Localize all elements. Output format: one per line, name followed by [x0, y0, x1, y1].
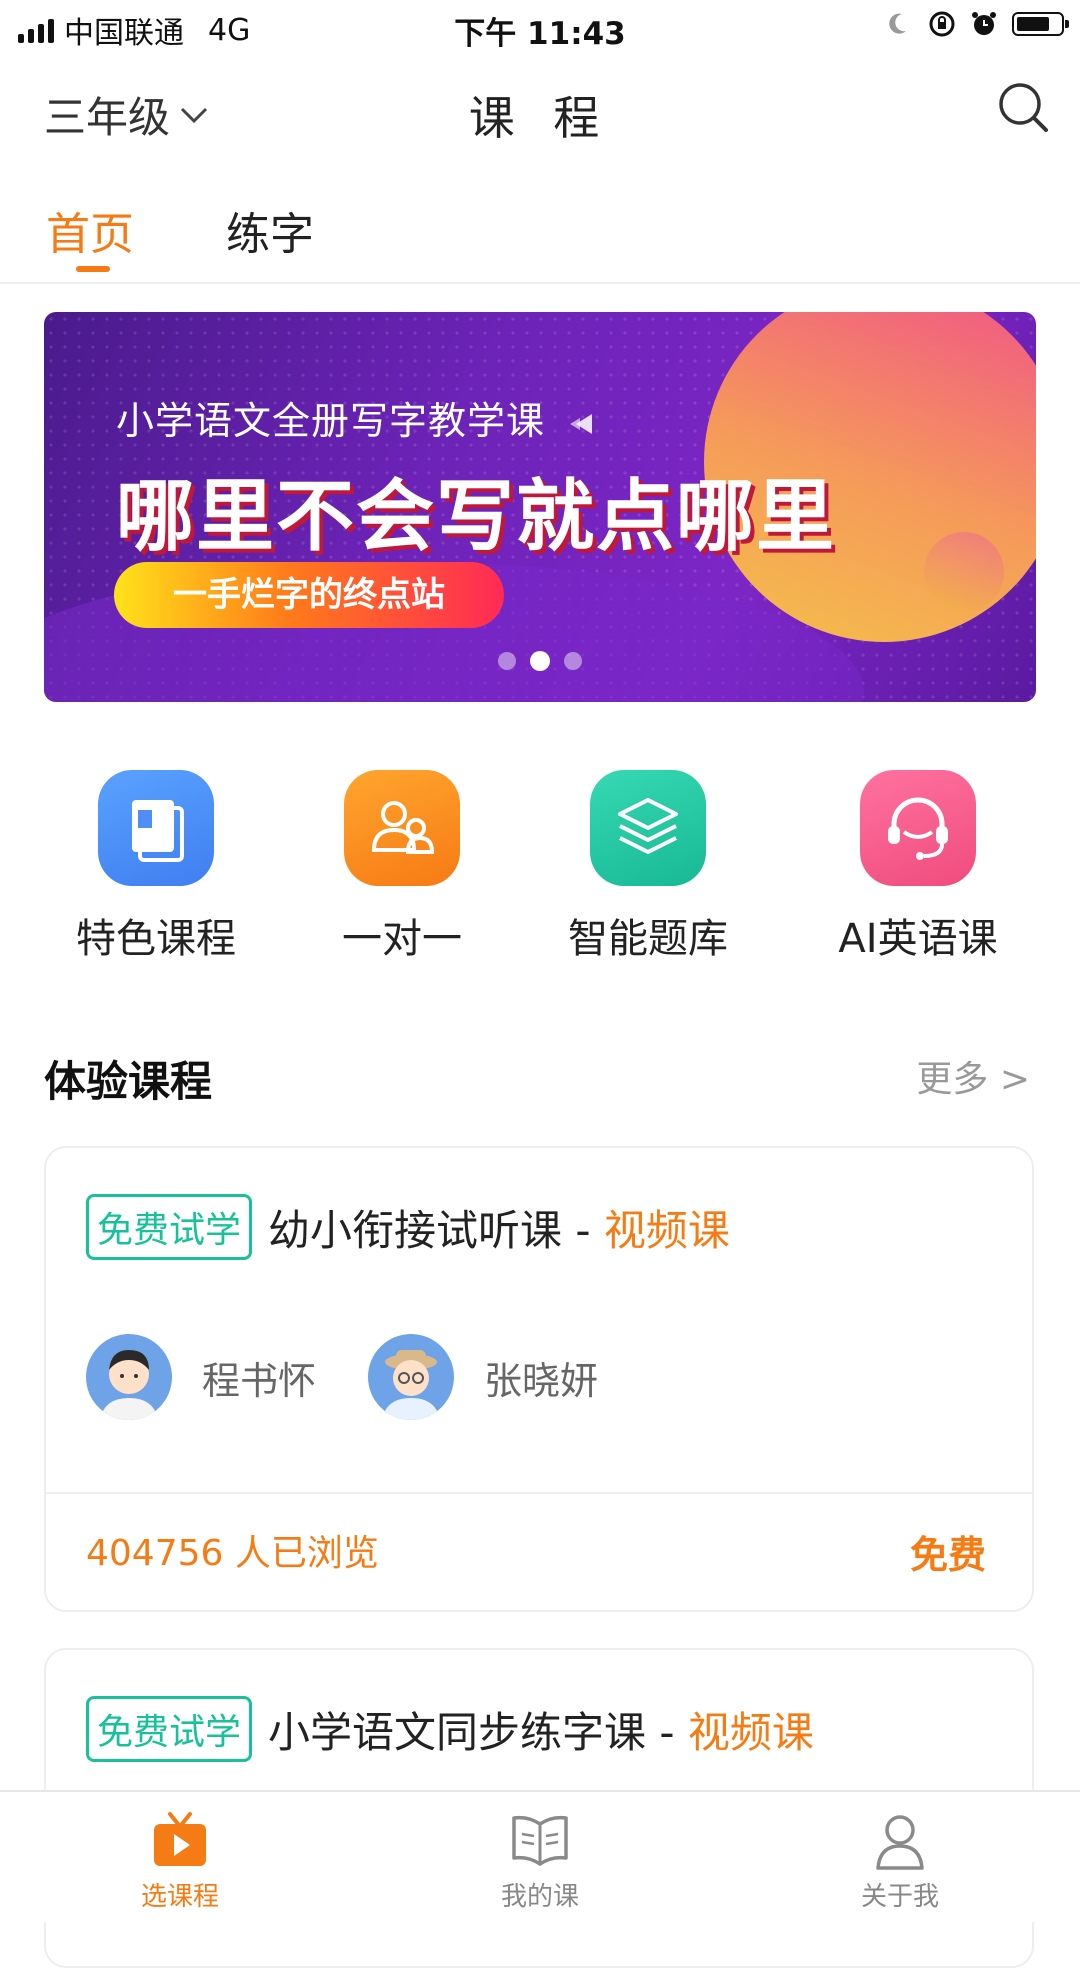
entry-label: AI英语课	[838, 916, 998, 962]
course-title: 小学语文同步练字课 -	[268, 1707, 688, 1757]
person-icon	[868, 1810, 932, 1870]
rotation-lock-icon	[929, 11, 955, 37]
search-button[interactable]	[996, 80, 1052, 136]
users-icon	[344, 770, 460, 886]
banner-pill: 一手烂字的终点站	[114, 562, 504, 628]
play-tv-icon	[148, 1810, 212, 1870]
promo-banner[interactable]: 小学语文全册写字教学课 哪里不会写就点哪里 一手烂字的终点站	[44, 312, 1036, 702]
teacher[interactable]: 程书怀	[86, 1334, 316, 1420]
alarm-icon	[972, 12, 996, 35]
teacher[interactable]: 张晓妍	[368, 1334, 598, 1420]
entry-label: 一对一	[342, 916, 462, 962]
entry-one-on-one[interactable]: 一对一	[272, 770, 532, 964]
carousel-indicator	[44, 651, 1036, 671]
avatar	[368, 1334, 455, 1420]
active-tab-indicator	[76, 266, 110, 272]
battery-icon	[1012, 12, 1069, 36]
more-link[interactable]: 更多 >	[916, 1050, 1030, 1102]
teacher-list: 程书怀 张晓妍	[86, 1334, 650, 1420]
nav-my-courses[interactable]: 我的课	[440, 1810, 640, 1913]
headset-icon	[860, 770, 976, 886]
moon-icon	[889, 13, 906, 34]
bottom-nav: 选课程 我的课 关于我	[0, 1790, 1080, 1922]
banner-decoration-ball	[924, 532, 1004, 612]
entry-featured-courses[interactable]: 特色课程	[26, 770, 286, 964]
view-count: 404756 人已浏览	[86, 1533, 379, 1574]
nav-about-me[interactable]: 关于我	[800, 1810, 1000, 1913]
nav-select-courses[interactable]: 选课程	[80, 1810, 280, 1913]
course-card[interactable]: 免费试学 幼小衔接试听课 - 视频课 程书怀 张晓妍 404756 人已浏览 免…	[44, 1146, 1034, 1612]
open-book-icon	[508, 1810, 572, 1870]
tab-bar: 首页 练字	[0, 190, 1080, 284]
tab-calligraphy[interactable]: 练字	[226, 198, 314, 262]
teacher-name: 程书怀	[202, 1358, 317, 1403]
carousel-dot[interactable]	[498, 652, 516, 670]
layers-icon	[590, 770, 706, 886]
nav-label: 关于我	[860, 1882, 939, 1912]
nav-label: 我的课	[500, 1882, 579, 1912]
nav-label: 选课程	[140, 1882, 219, 1912]
status-bar: 中国联通 4G 下午 11:43	[0, 0, 1080, 56]
free-trial-tag: 免费试学	[86, 1696, 253, 1762]
free-trial-tag: 免费试学	[86, 1194, 253, 1260]
carousel-dot[interactable]	[564, 652, 582, 670]
banner-slogan: 哪里不会写就点哪里	[116, 472, 837, 562]
section-title: 体验课程	[44, 1057, 213, 1106]
price: 免费	[909, 1533, 986, 1577]
banner-subtitle: 小学语文全册写字教学课	[116, 390, 596, 445]
teacher-name: 张晓妍	[484, 1358, 599, 1403]
quick-entries: 特色课程 一对一 智能题库 AI英语课	[0, 770, 1080, 962]
entry-label: 智能题库	[568, 916, 728, 962]
course-title-row: 免费试学 幼小衔接试听课 - 视频课	[86, 1194, 730, 1260]
entry-label: 特色课程	[76, 916, 236, 962]
tab-home[interactable]: 首页	[46, 198, 134, 262]
divider	[46, 1492, 1032, 1494]
avatar	[86, 1334, 172, 1420]
course-title: 幼小衔接试听课 -	[268, 1205, 604, 1255]
course-title-row: 免费试学 小学语文同步练字课 - 视频课	[86, 1696, 814, 1762]
speaker-icon	[570, 413, 593, 434]
carousel-dot-active[interactable]	[530, 651, 550, 671]
book-icon	[98, 770, 214, 886]
status-right	[888, 10, 1069, 38]
page-title: 课 程	[468, 91, 612, 145]
top-header: 三年级 课 程	[0, 70, 1080, 150]
entry-smart-question-bank[interactable]: 智能题库	[518, 770, 778, 964]
course-type: 视频课	[687, 1707, 814, 1757]
search-icon	[999, 83, 1048, 132]
course-type: 视频课	[603, 1205, 730, 1255]
entry-ai-english[interactable]: AI英语课	[788, 770, 1048, 964]
